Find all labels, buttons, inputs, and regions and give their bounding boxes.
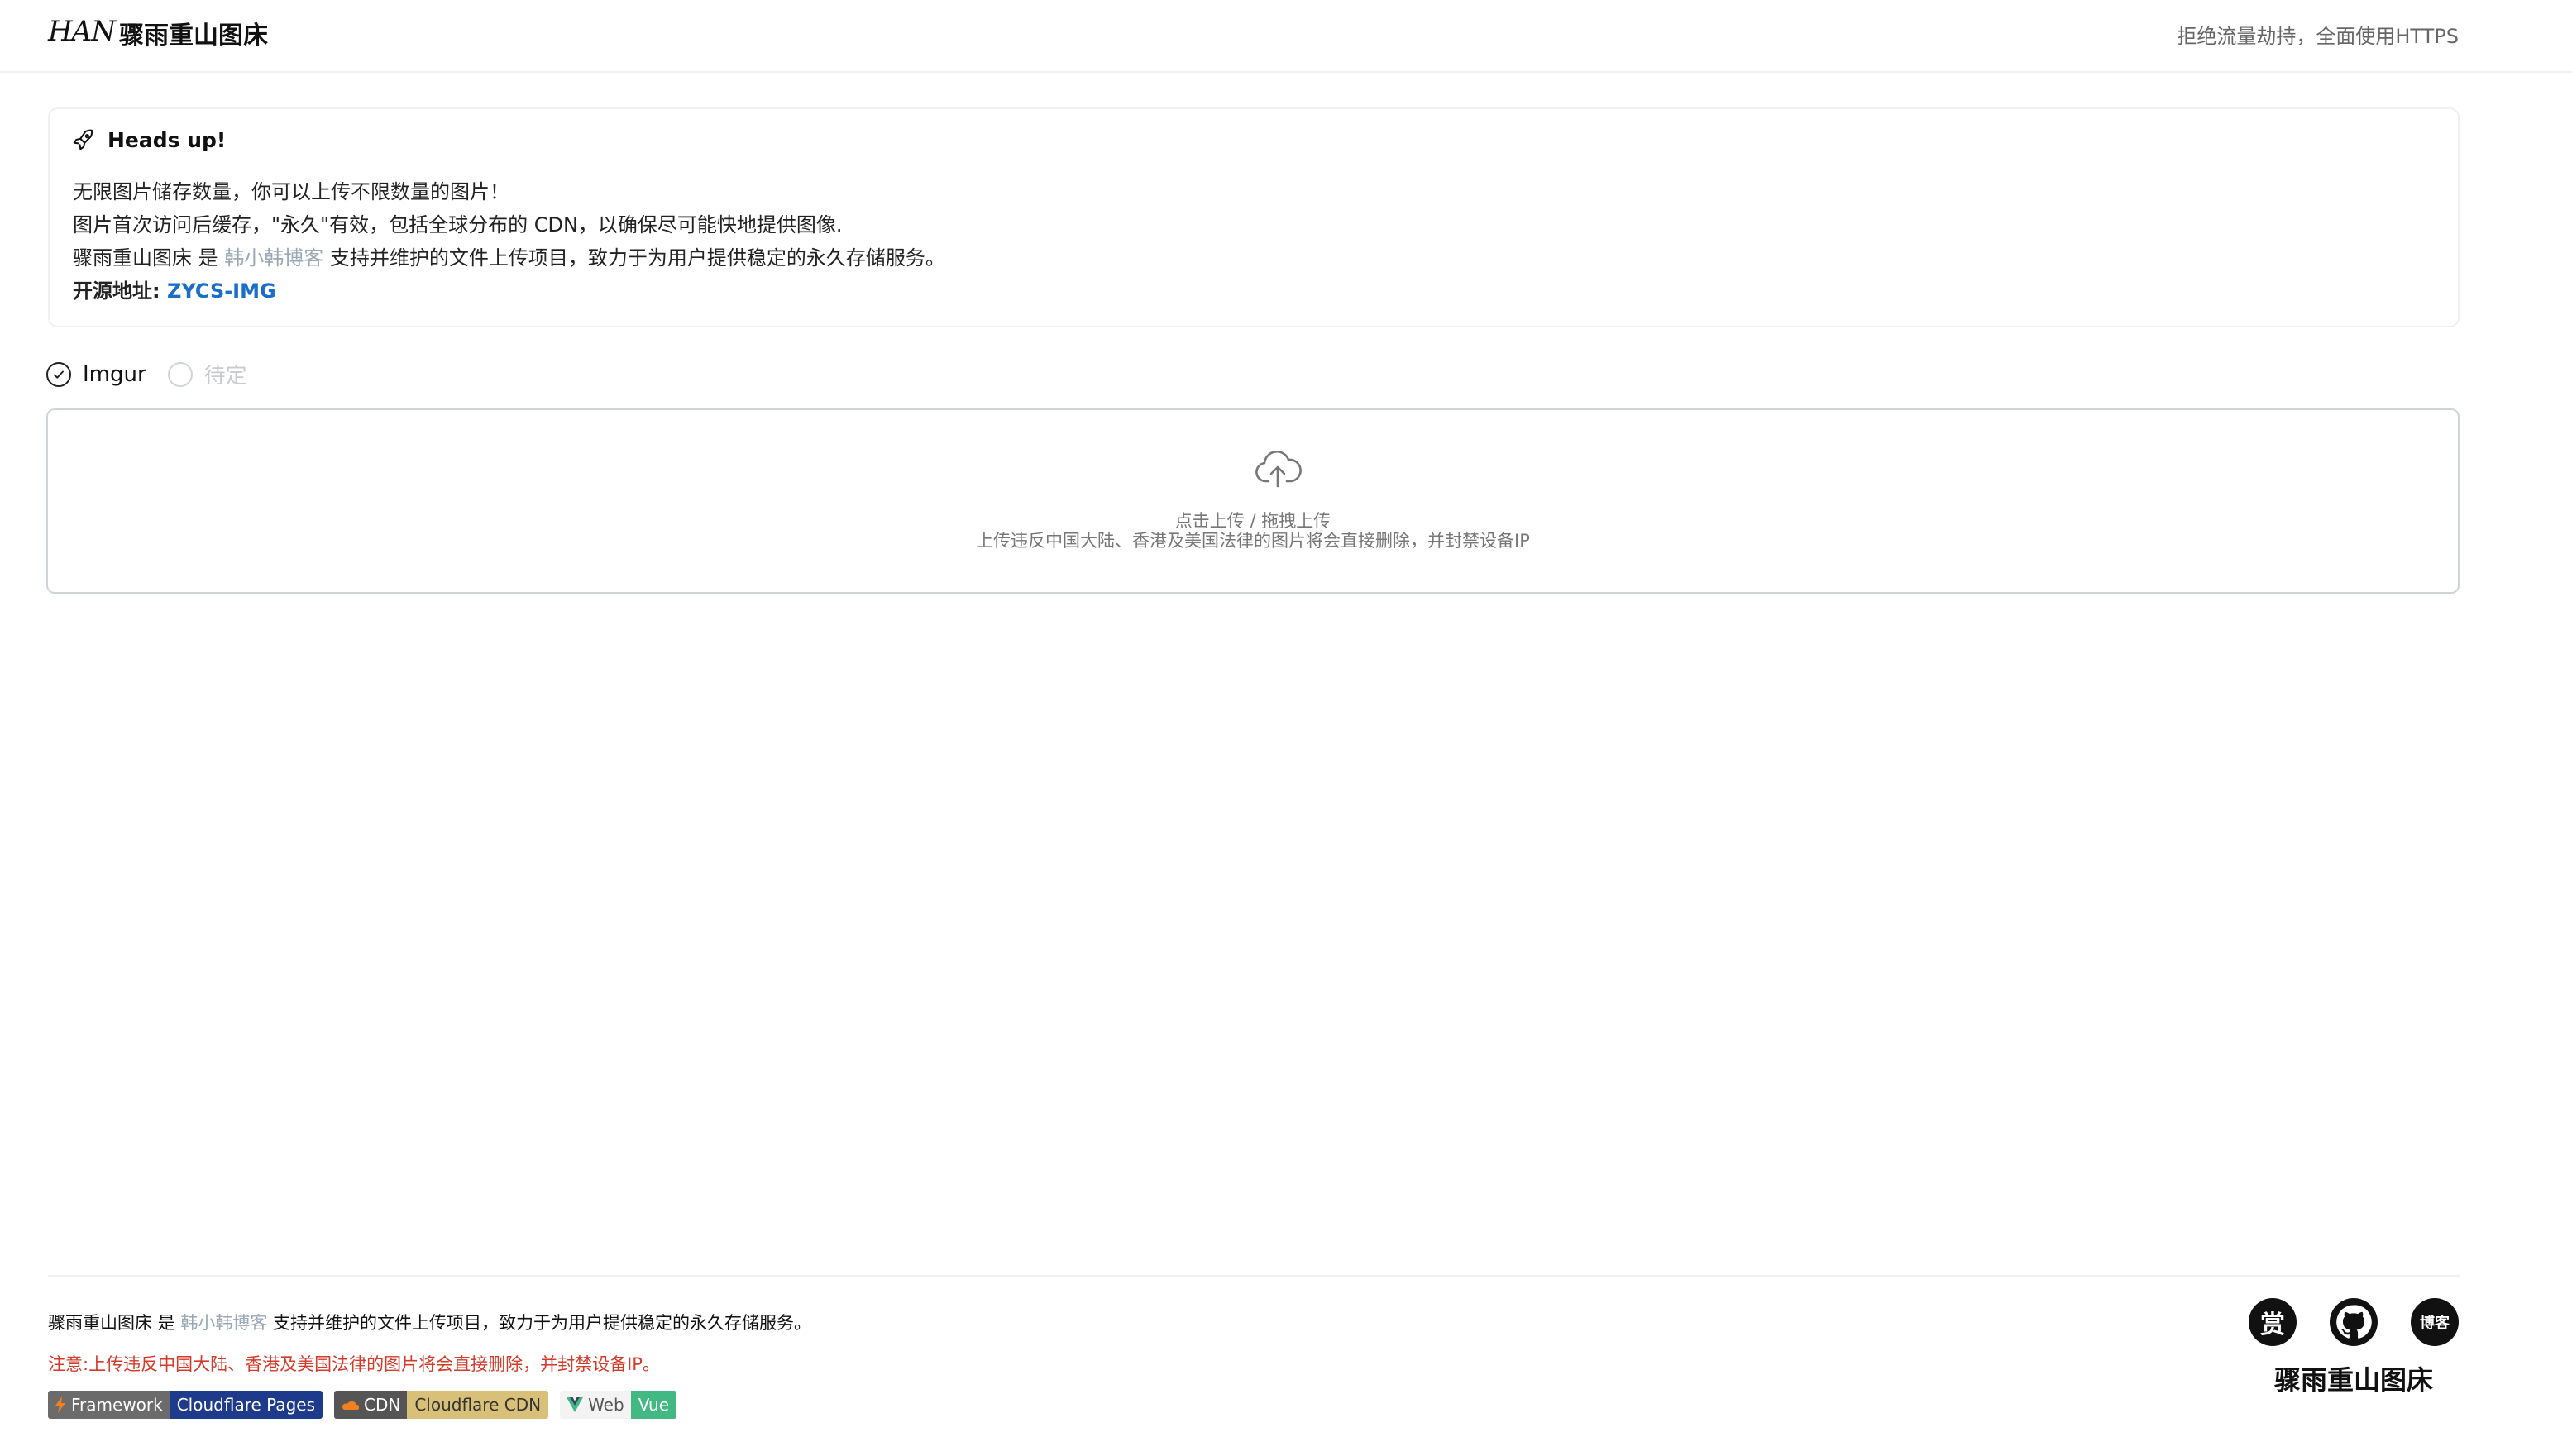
opensource-label: 开源地址: [73,279,167,303]
alert-support-prefix: 骤雨重山图床 是 [73,246,225,270]
social-links: 赏 博客 [2249,1298,2459,1346]
site-title[interactable]: 骤雨重山图床 [119,15,268,51]
badge-framework-value: Cloudflare Pages [169,1391,323,1419]
alert-line-cache: 图片首次访问后缓存，"永久"有效，包括全球分布的 CDN，以确保尽可能快地提供图… [73,213,843,236]
cloud-upload-icon [1255,450,1302,488]
vue-icon [567,1397,584,1412]
badge-framework-label: Framework [71,1395,163,1415]
footer-desc-prefix: 骤雨重山图床 是 [48,1313,181,1333]
rocket-icon [73,129,93,150]
heads-up-alert: Heads up! 无限图片储存数量，你可以上传不限数量的图片！ 图片首次访问后… [48,107,2460,327]
option-pending-label: 待定 [203,364,247,389]
header-tagline: 拒绝流量劫持，全面使用HTTPS [2177,25,2459,48]
top-header: HAN 骤雨重山图床 拒绝流量劫持，全面使用HTTPS [0,0,2572,73]
blog-icon[interactable]: 博客 [2411,1298,2459,1346]
option-imgur-label: Imgur [83,361,146,387]
github-icon[interactable] [2330,1298,2378,1346]
alert-line-storage: 无限图片储存数量，你可以上传不限数量的图片！ [73,180,509,203]
badge-cdn[interactable]: CDN Cloudflare CDN [333,1391,549,1419]
badge-framework-left: Framework [48,1391,170,1419]
alert-line-opensource: 开源地址: ZYCS-IMG [73,274,276,303]
option-pending[interactable]: 待定 [167,359,247,389]
footer-description: 骤雨重山图床 是 韩小韩博客 支持并维护的文件上传项目，致力于为用户提供稳定的永… [48,1310,811,1334]
badge-framework[interactable]: Framework Cloudflare Pages [48,1391,323,1419]
badge-web-label: Web [588,1395,624,1415]
badge-web-left: Web [560,1391,631,1419]
badge-cdn-value: Cloudflare CDN [407,1391,549,1419]
alert-support-suffix: 支持并维护的文件上传项目，致力于为用户提供稳定的永久存储服务。 [323,246,945,270]
upload-dropzone[interactable]: 点击上传 / 拖拽上传 上传违反中国大陆、香港及美国法律的图片将会直接删除，并封… [46,408,2460,594]
han-logo[interactable]: HAN [48,15,116,48]
blog-link[interactable]: 韩小韩博客 [224,246,323,270]
badge-web-value: Vue [630,1391,676,1419]
alert-title: Heads up! [108,127,227,152]
radio-checked-icon[interactable] [46,361,71,387]
badge-cdn-left: CDN [333,1391,408,1419]
footer-brand: 骤雨重山图床 [2273,1364,2433,1396]
alert-line-support: 骤雨重山图床 是 韩小韩博客 支持并维护的文件上传项目，致力于为用户提供稳定的永… [73,241,945,270]
cloud-icon [342,1401,359,1410]
host-options: Imgur 待定 [46,359,269,389]
reward-icon[interactable]: 赏 [2249,1298,2297,1346]
radio-unchecked-icon[interactable] [167,361,193,387]
opensource-link[interactable]: ZYCS-IMG [167,279,276,303]
footer-warning: 注意:上传违反中国大陆、香港及美国法律的图片将会直接删除，并封禁设备IP。 [48,1354,660,1374]
badge-cdn-label: CDN [363,1395,401,1415]
footer-blog-link[interactable]: 韩小韩博客 [180,1313,267,1333]
badge-web[interactable]: Web Vue [560,1391,676,1419]
bolt-icon [55,1396,65,1413]
footer-desc-suffix: 支持并维护的文件上传项目，致力于为用户提供稳定的永久存储服务。 [267,1313,812,1333]
upload-warning: 上传违反中国大陆、香港及美国法律的图片将会直接删除，并封禁设备IP [976,531,1530,551]
footer-divider [48,1275,2460,1277]
tech-badges: Framework Cloudflare Pages CDN Cloudflar… [48,1391,676,1419]
alert-header: Heads up! [71,127,226,152]
option-imgur[interactable]: Imgur [46,361,146,387]
